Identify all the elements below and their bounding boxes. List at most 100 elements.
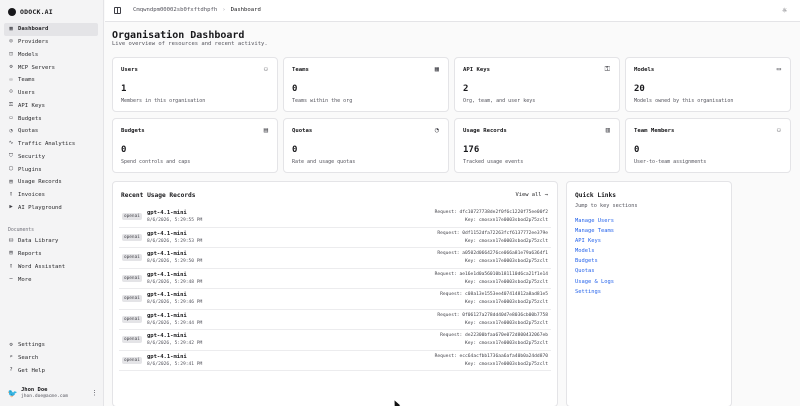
quick-links-title: Quick Links xyxy=(575,192,616,199)
security-icon: ⛉ xyxy=(8,153,14,160)
record-timestamp: 8/6/2026, 5:29:46 PM xyxy=(147,300,203,305)
card-description: Rate and usage quotas xyxy=(292,159,356,165)
usage-record-row[interactable]: openai gpt-4.1-mini 8/6/2026, 5:29:55 PM Re… xyxy=(119,207,551,228)
sidebar: ODOCK.AI ▦ Dashboard ◎ Providers ◫ Models ⚙ MCP… xyxy=(0,0,104,406)
record-model: gpt-4.1-mini xyxy=(147,353,187,360)
word-assistant-icon: ▯ xyxy=(9,263,13,270)
data-library-icon: ⛁ xyxy=(8,237,14,244)
sidebar-item-more[interactable]: ⋯ More xyxy=(4,273,98,286)
breadcrumb-current: Dashboard xyxy=(230,7,261,13)
stat-card-team-members[interactable]: Team Members ⚇ 0 User-to-team assignments xyxy=(625,118,791,173)
sidebar-item-settings[interactable]: ⚙ Settings xyxy=(4,339,98,352)
sidebar-item-get-help[interactable]: ? Get Help xyxy=(4,365,98,378)
sidebar-item-ai-playground[interactable]: ▶ AI Playground xyxy=(4,202,98,215)
record-model: gpt-4.1-mini xyxy=(147,312,187,319)
reports-icon: ▤ xyxy=(9,250,13,257)
card-value: 0 xyxy=(292,145,298,155)
sidebar-item-teams[interactable]: ⚇ Teams xyxy=(4,74,98,87)
sidebar-item-plugins[interactable]: ⬡ Plugins xyxy=(4,163,98,176)
quick-links-list: Manage Users Manage Teams API Keys Models Bu… xyxy=(575,218,614,299)
quick-link-models[interactable]: Models xyxy=(575,248,614,258)
usage-record-row[interactable]: openai gpt-4.1-mini 8/6/2026, 5:29:48 PM Re… xyxy=(119,269,551,289)
record-request-id: Request: a0502d0664276ce066a81e79a6364f1 xyxy=(437,251,548,256)
sidebar-item-api-keys[interactable]: ⚿ API Keys xyxy=(4,100,98,113)
user-profile[interactable]: 🐦 Jhon Doe jhon.doe@acme.com ⋮ xyxy=(8,385,98,401)
theme-toggle-icon[interactable]: ☼ xyxy=(782,6,787,15)
sidebar-item-providers[interactable]: ◎ Providers xyxy=(4,36,98,49)
teams-icon: ⚇ xyxy=(9,76,13,83)
sidebar-toggle-icon[interactable] xyxy=(114,7,121,14)
card-title: Teams xyxy=(292,67,309,73)
stat-card-budgets[interactable]: Budgets ▤ 0 Spend controls and caps xyxy=(112,118,278,173)
sidebar-item-data-library[interactable]: ⛁ Data Library xyxy=(4,235,98,248)
card-value: 2 xyxy=(463,84,469,94)
record-model: gpt-4.1-mini xyxy=(147,210,187,216)
record-model: gpt-4.1-mini xyxy=(147,333,187,339)
stat-card-teams[interactable]: Teams ▦ 0 Teams within the org xyxy=(283,57,449,112)
usage-record-row[interactable]: openai gpt-4.1-mini 8/6/2026, 5:29:44 PM Re… xyxy=(119,310,551,330)
card-title: Quotas xyxy=(292,128,313,134)
sidebar-item-traffic-analytics[interactable]: ∿ Traffic Analytics xyxy=(4,138,98,151)
record-request-id: Request: de22300bfaa670e072d800432067eb xyxy=(440,333,548,338)
stat-card-quotas[interactable]: Quotas ◔ 0 Rate and usage quotas xyxy=(283,118,449,173)
sidebar-item-label: Teams xyxy=(18,77,35,84)
record-request-id: Request: c08a13e1553ee407414812a8ad81e5 xyxy=(440,292,548,297)
provider-badge: openai xyxy=(122,336,142,343)
usage-record-row[interactable]: openai gpt-4.1-mini 8/6/2026, 5:29:41 PM Re… xyxy=(119,351,551,371)
sidebar-item-invoices[interactable]: ▯ Invoices xyxy=(4,189,98,202)
stat-card-models[interactable]: Models ▭ 20 Models owned by this organisati… xyxy=(625,57,791,112)
quick-link-manage-users[interactable]: Manage Users xyxy=(575,218,614,228)
usage-record-row[interactable]: openai gpt-4.1-mini 8/6/2026, 5:29:53 PM Re… xyxy=(119,228,551,248)
users-icon: ☺ xyxy=(9,89,13,96)
stat-card-usage-records[interactable]: Usage Records ▥ 176 Tracked usage events xyxy=(454,118,620,173)
sidebar-item-dashboard[interactable]: ▦ Dashboard xyxy=(4,23,98,36)
sidebar-item-users[interactable]: ☺ Users xyxy=(4,87,98,100)
quick-link-settings[interactable]: Settings xyxy=(575,289,614,299)
quick-links-subtitle: Jump to key sections xyxy=(575,203,638,209)
quick-link-quotas[interactable]: Quotas xyxy=(575,268,614,278)
record-request-id: Request: 0f06127a278dd40d7e8036cb00b7758 xyxy=(437,312,548,318)
view-all-link[interactable]: View all → xyxy=(516,192,548,198)
models-icon: ◫ xyxy=(9,51,13,58)
card-description: Tracked usage events xyxy=(463,159,524,165)
quotas-icon: ◔ xyxy=(9,127,13,134)
record-request-id: Request: ae16e1d0a56010b181110d6ca21f1e1… xyxy=(434,271,548,277)
sidebar-item-label: Budgets xyxy=(18,115,42,122)
brand[interactable]: ODOCK.AI xyxy=(8,6,53,18)
sidebar-item-reports[interactable]: ▤ Reports xyxy=(4,248,98,261)
quick-link-api-keys[interactable]: API Keys xyxy=(575,238,614,248)
quick-link-usage-logs[interactable]: Usage & Logs xyxy=(575,279,614,289)
record-request-id: Request: dfc10727738de2f0f6c1220f75ee00f… xyxy=(434,210,548,215)
stat-card-users[interactable]: Users ⚇ 1 Members in this organisation xyxy=(112,57,278,112)
sidebar-item-label: Get Help xyxy=(18,367,45,374)
sidebar-item-usage-records[interactable]: ▤ Usage Records xyxy=(4,176,98,189)
more-vertical-icon[interactable]: ⋮ xyxy=(91,389,98,397)
sidebar-item-label: More xyxy=(18,276,32,283)
card-description: Teams within the org xyxy=(292,98,353,104)
usage-record-row[interactable]: openai gpt-4.1-mini 8/6/2026, 5:29:46 PM Re… xyxy=(119,289,551,310)
sidebar-item-search[interactable]: ⌕ Search xyxy=(4,352,98,365)
sidebar-item-label: AI Playground xyxy=(18,204,62,211)
provider-badge: openai xyxy=(122,233,142,241)
topbar: Cmqwndpm00002sb0fxftdhpfh › Dashboard ☼ xyxy=(105,0,800,22)
record-timestamp: 8/6/2026, 5:29:42 PM xyxy=(147,341,203,346)
sidebar-item-security[interactable]: ⛉ Security xyxy=(4,151,98,164)
recent-usage-panel: Recent Usage Records View all → openai gp… xyxy=(112,181,558,406)
record-key: Key: cmosxn17e0003sbod2p75zclt xyxy=(465,279,548,285)
sidebar-item-label: MCP Servers xyxy=(18,64,56,71)
usage-record-row[interactable]: openai gpt-4.1-mini 8/6/2026, 5:29:42 PM Re… xyxy=(119,330,551,351)
sidebar-item-budgets[interactable]: ▭ Budgets xyxy=(4,112,98,125)
sidebar-item-models[interactable]: ◫ Models xyxy=(4,49,98,62)
usage-record-row[interactable]: openai gpt-4.1-mini 8/6/2026, 5:29:50 PM Re… xyxy=(119,248,551,269)
sidebar-item-word-assistant[interactable]: ▯ Word Assistant xyxy=(4,261,98,274)
providers-icon: ◎ xyxy=(9,38,13,45)
sidebar-item-label: Usage Records xyxy=(18,179,62,186)
sidebar-item-mcp-servers[interactable]: ⚙ MCP Servers xyxy=(4,61,98,74)
breadcrumb-org[interactable]: Cmqwndpm00002sb0fxftdhpfh xyxy=(133,7,217,13)
stat-card-api-keys[interactable]: API Keys ⚿ 2 Org, team, and user keys xyxy=(454,57,620,112)
quick-link-manage-teams[interactable]: Manage Teams xyxy=(575,228,614,238)
card-description: Org, team, and user keys xyxy=(463,98,536,104)
mcp-servers-icon: ⚙ xyxy=(9,63,13,70)
sidebar-item-quotas[interactable]: ◔ Quotas xyxy=(4,125,98,138)
quick-link-budgets[interactable]: Budgets xyxy=(575,258,614,268)
